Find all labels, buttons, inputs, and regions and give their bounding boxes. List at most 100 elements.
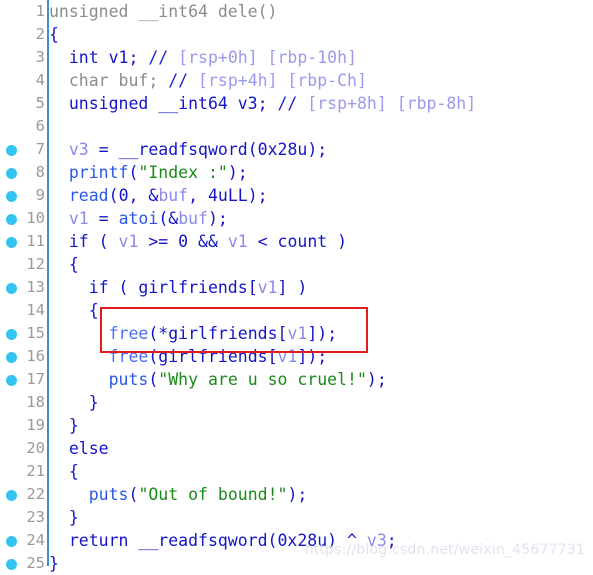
code-token: } — [49, 554, 59, 573]
code-token: else — [49, 439, 109, 458]
code-line[interactable]: 17 puts("Why are u so cruel!"); — [0, 368, 593, 391]
code-line[interactable]: 12 { — [0, 253, 593, 276]
code-line[interactable]: 5 unsigned __int64 v3; // [rsp+8h] [rbp-… — [0, 92, 593, 115]
line-source-text[interactable]: { — [49, 23, 59, 46]
code-token: [ — [247, 278, 258, 297]
line-source-text[interactable]: { — [49, 253, 79, 276]
code-token: buf — [158, 186, 189, 205]
line-source-text[interactable]: unsigned __int64 dele() — [49, 0, 277, 23]
code-line[interactable]: 2{ — [0, 23, 593, 46]
code-token: ); — [247, 186, 268, 205]
code-line[interactable]: 6 — [0, 115, 593, 138]
line-number: 9 — [35, 186, 45, 204]
line-number: 24 — [26, 531, 45, 549]
code-line[interactable]: 16 free(girlfriends[v1]); — [0, 345, 593, 368]
code-token: , & — [128, 186, 159, 205]
code-token: int v1; — [49, 48, 149, 67]
code-token: { — [49, 301, 99, 320]
code-token: (* — [148, 324, 169, 343]
code-token: char buf; — [49, 71, 169, 90]
code-line[interactable]: 21 { — [0, 460, 593, 483]
code-token: if ( — [49, 278, 139, 297]
line-source-text[interactable]: v1 = atoi(&buf); — [49, 207, 228, 230]
code-line[interactable]: 22 puts("Out of bound!"); — [0, 483, 593, 506]
code-line[interactable]: 18 } — [0, 391, 593, 414]
code-line[interactable]: 3 int v1; // [rsp+0h] [rbp-10h] — [0, 46, 593, 69]
code-token: // — [277, 94, 298, 113]
line-source-text[interactable]: } — [49, 552, 59, 575]
code-line-list[interactable]: 1 unsigned __int64 dele() 2{3 int v1; // [… — [0, 0, 593, 575]
line-number: 5 — [35, 94, 45, 112]
line-source-text[interactable]: unsigned __int64 v3; // [rsp+8h] [rbp-8h… — [49, 92, 476, 115]
code-token: [rsp+0h] [rbp-10h] — [168, 48, 357, 67]
line-source-text[interactable]: { — [49, 299, 99, 322]
code-token: ); — [307, 140, 328, 159]
line-number: 6 — [35, 117, 45, 135]
code-line[interactable]: 11 if ( v1 >= 0 && v1 < count ) — [0, 230, 593, 253]
line-source-text[interactable]: if ( v1 >= 0 && v1 < count ) — [49, 230, 347, 253]
line-number: 10 — [26, 209, 45, 227]
line-number: 16 — [26, 347, 45, 365]
code-token: "Index :" — [138, 163, 228, 182]
line-number: 11 — [26, 232, 45, 250]
line-source-text[interactable]: } — [49, 414, 79, 437]
line-source-text[interactable]: char buf; // [rsp+4h] [rbp-Ch] — [49, 69, 367, 92]
code-token: count — [277, 232, 328, 251]
line-source-text[interactable]: else — [49, 437, 109, 460]
code-line[interactable]: 1 unsigned __int64 dele() — [0, 0, 593, 23]
code-token: ); — [227, 163, 248, 182]
code-token: ( — [267, 531, 278, 550]
code-token: (& — [158, 209, 179, 228]
code-token: v1 — [68, 209, 89, 228]
line-number: 20 — [26, 439, 45, 457]
code-token: [rsp+4h] [rbp-Ch] — [188, 71, 367, 90]
line-source-text[interactable]: puts("Out of bound!"); — [49, 483, 308, 506]
code-token: ( — [148, 370, 159, 389]
line-number: 2 — [35, 25, 45, 43]
line-number: 3 — [35, 48, 45, 66]
line-source-text[interactable]: } — [49, 391, 99, 414]
code-line[interactable]: 4 char buf; // [rsp+4h] [rbp-Ch] — [0, 69, 593, 92]
line-number: 13 — [26, 278, 45, 296]
line-source-text[interactable]: printf("Index :"); — [49, 161, 248, 184]
line-source-text[interactable]: int v1; // [rsp+0h] [rbp-10h] — [49, 46, 357, 69]
code-token: } — [49, 416, 79, 435]
line-number: 1 — [35, 2, 45, 20]
line-source-text[interactable]: free(girlfriends[v1]); — [49, 345, 328, 368]
code-line[interactable]: 15 free(*girlfriends[v1]); — [0, 322, 593, 345]
code-token: v1 — [277, 347, 298, 366]
line-source-text[interactable]: read(0, &buf, 4uLL); — [49, 184, 268, 207]
code-token: girlfriends — [168, 324, 278, 343]
line-source-text[interactable]: v3 = __readfsqword(0x28u); — [49, 138, 327, 161]
code-line[interactable]: 14 { — [0, 299, 593, 322]
code-token: 0x28u — [257, 140, 308, 159]
code-line[interactable]: 8 printf("Index :"); — [0, 161, 593, 184]
line-source-text[interactable]: if ( girlfriends[v1] ) — [49, 276, 308, 299]
code-token: } — [49, 393, 99, 412]
code-token: [rsp+8h] [rbp-8h] — [297, 94, 477, 113]
code-token: [ — [277, 324, 288, 343]
line-source-text[interactable]: puts("Why are u so cruel!"); — [49, 368, 387, 391]
code-line[interactable]: 20 else — [0, 437, 593, 460]
code-token: ]); — [297, 347, 328, 366]
code-line[interactable]: 10 v1 = atoi(&buf); — [0, 207, 593, 230]
code-line[interactable]: 19 } — [0, 414, 593, 437]
line-source-text[interactable]: } — [49, 506, 79, 529]
code-line[interactable]: 23 } — [0, 506, 593, 529]
code-token: ( — [247, 140, 258, 159]
line-number: 4 — [35, 71, 45, 89]
code-line[interactable]: 7 v3 = __readfsqword(0x28u); — [0, 138, 593, 161]
line-source-text[interactable]: free(*girlfriends[v1]); — [49, 322, 338, 345]
line-number: 15 — [26, 324, 45, 342]
code-token: puts — [88, 485, 129, 504]
code-token: v1 — [257, 278, 278, 297]
code-token: unsigned __int64 v3; — [49, 94, 278, 113]
decompiler-pseudocode-pane[interactable]: 1 unsigned __int64 dele() 2{3 int v1; // [… — [0, 0, 593, 573]
code-line[interactable]: 13 if ( girlfriends[v1] ) — [0, 276, 593, 299]
watermark-text: https://blog.csdn.net/weixin_45677731 — [304, 542, 585, 558]
code-line[interactable]: 9 read(0, &buf, 4uLL); — [0, 184, 593, 207]
line-source-text[interactable]: { — [49, 460, 79, 483]
